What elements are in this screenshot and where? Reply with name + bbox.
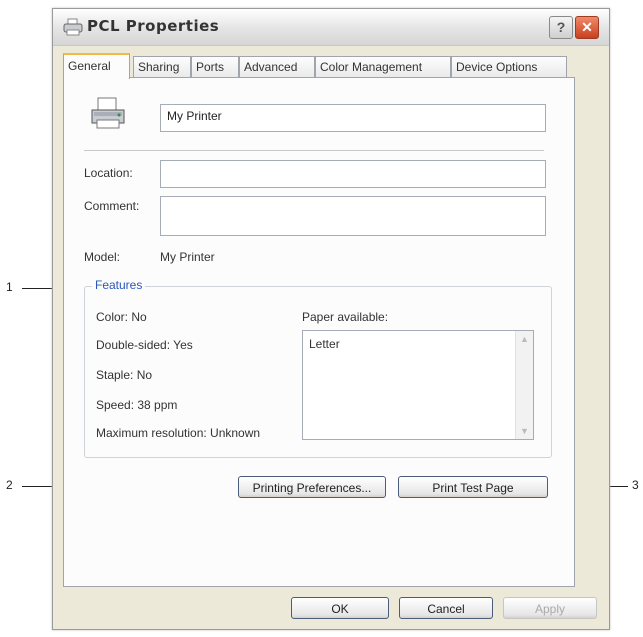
callout-1: 1: [6, 280, 13, 294]
tab-ports[interactable]: Ports: [191, 56, 239, 77]
callout-2: 2: [6, 478, 13, 492]
paper-listbox[interactable]: Letter ▲ ▼: [302, 330, 534, 440]
paper-scrollbar[interactable]: ▲ ▼: [515, 331, 533, 439]
paper-item[interactable]: Letter: [309, 337, 340, 351]
window-title: PCL Properties: [87, 17, 220, 35]
tab-device-options[interactable]: Device Options: [451, 56, 567, 77]
help-icon: ?: [556, 19, 566, 35]
tab-advanced[interactable]: Advanced: [239, 56, 315, 77]
comment-label: Comment:: [84, 199, 140, 213]
feature-color: Color: No: [96, 310, 147, 324]
print-test-page-button[interactable]: Print Test Page: [398, 476, 548, 498]
feature-max-resolution: Maximum resolution: Unknown: [96, 426, 261, 440]
tab-color-management[interactable]: Color Management: [315, 56, 451, 77]
paper-available-label: Paper available:: [302, 310, 389, 324]
comment-field[interactable]: [160, 196, 546, 236]
location-label: Location:: [84, 166, 133, 180]
printer-icon: [63, 18, 83, 36]
location-field[interactable]: [160, 160, 546, 188]
feature-speed: Speed: 38 ppm: [96, 398, 178, 412]
tab-sharing[interactable]: Sharing: [133, 56, 191, 77]
callout-3: 3: [632, 478, 639, 492]
model-value: My Printer: [160, 250, 215, 264]
printer-name-value: My Printer: [167, 109, 222, 123]
printer-icon: [88, 96, 128, 133]
apply-button[interactable]: Apply: [503, 597, 597, 619]
features-label: Features: [92, 278, 146, 292]
printing-preferences-button[interactable]: Printing Preferences...: [238, 476, 386, 498]
separator: [84, 150, 544, 151]
feature-double-sided: Double-sided: Yes: [96, 338, 193, 352]
feature-staple: Staple: No: [96, 368, 153, 382]
scroll-up-icon[interactable]: ▲: [520, 334, 529, 344]
help-button[interactable]: ?: [549, 16, 573, 39]
close-icon: ✕: [581, 19, 593, 35]
title-bar[interactable]: PCL Properties ? ✕: [53, 9, 609, 46]
properties-window: PCL Properties ? ✕ General Sharing Ports…: [52, 8, 610, 630]
close-button[interactable]: ✕: [575, 16, 599, 39]
ok-button[interactable]: OK: [291, 597, 389, 619]
cancel-button[interactable]: Cancel: [399, 597, 493, 619]
model-label: Model:: [84, 250, 121, 264]
general-panel: My Printer Location: Comment: Model: My …: [63, 77, 575, 587]
printer-name-field[interactable]: My Printer: [160, 104, 546, 132]
tab-general[interactable]: General: [63, 53, 130, 79]
scroll-down-icon[interactable]: ▼: [520, 426, 529, 436]
